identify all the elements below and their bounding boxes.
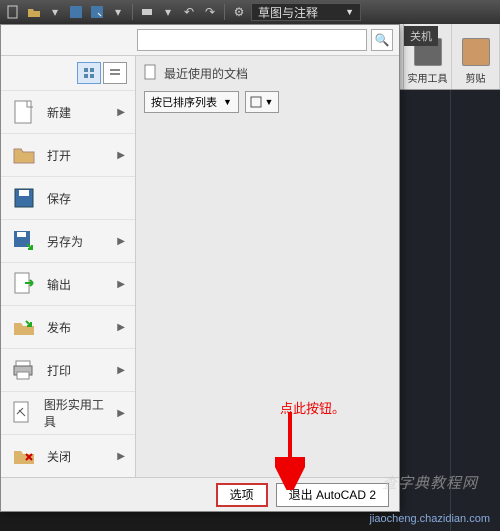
chevron-right-icon: ▶ (117, 107, 125, 118)
chevron-right-icon: ▶ (117, 236, 125, 247)
menu-item-label: 打印 (47, 362, 71, 379)
watermark-text: 查字典教程网 (382, 472, 478, 493)
chevron-right-icon: ▶ (117, 365, 125, 376)
view-icons-button[interactable] (77, 62, 101, 84)
menu-command-list: 新建 ▶ 打开 ▶ 保存 另存为 ▶ 输出 ▶ (1, 56, 136, 477)
qat-print-dd-icon[interactable]: ▾ (159, 3, 177, 21)
menu-item-new[interactable]: 新建 ▶ (1, 90, 135, 133)
menu-item-drawing-utilities[interactable]: 图形实用工具 ▶ (1, 391, 135, 434)
menu-item-close[interactable]: 关闭 ▶ (1, 434, 135, 477)
options-button[interactable]: 选项 (216, 483, 268, 507)
clipboard-icon (462, 38, 490, 66)
folder-open-icon (11, 142, 37, 168)
menu-item-label: 新建 (47, 104, 71, 121)
workspace-dropdown[interactable]: 草图与注释 ▼ (251, 3, 361, 21)
chevron-right-icon: ▶ (117, 150, 125, 161)
ribbon-tab-label: 关机 (404, 26, 438, 46)
menu-item-saveas[interactable]: 另存为 ▶ (1, 219, 135, 262)
tools-icon (11, 400, 34, 426)
qat-open-icon[interactable] (25, 3, 43, 21)
menu-item-print[interactable]: 打印 ▶ (1, 348, 135, 391)
save-icon (11, 185, 37, 211)
qat-print-icon[interactable] (138, 3, 156, 21)
chevron-down-icon: ▼ (264, 97, 273, 107)
ribbon-panel-label: 实用工具 (408, 70, 448, 85)
chevron-right-icon: ▶ (117, 408, 125, 419)
sort-dropdown[interactable]: 按已排序列表 ▼ (144, 91, 239, 113)
menu-item-save[interactable]: 保存 (1, 176, 135, 219)
menu-item-label: 关闭 (47, 448, 71, 465)
application-menu: 🔍 新建 ▶ 打开 ▶ 保存 另存为 (0, 24, 400, 512)
chevron-down-icon: ▼ (223, 97, 232, 107)
publish-icon (11, 314, 37, 340)
file-new-icon (11, 99, 37, 125)
menu-search-input[interactable] (137, 29, 367, 51)
qat-redo-icon[interactable]: ↷ (201, 3, 219, 21)
chevron-down-icon: ▼ (345, 7, 354, 17)
qat-new-icon[interactable] (4, 3, 22, 21)
menu-item-label: 另存为 (47, 233, 83, 250)
print-icon (11, 357, 37, 383)
sort-label: 按已排序列表 (151, 94, 217, 110)
qat-dd-icon[interactable]: ▾ (109, 3, 127, 21)
menu-item-export[interactable]: 输出 ▶ (1, 262, 135, 305)
document-icon (144, 64, 158, 83)
chevron-right-icon: ▶ (117, 451, 125, 462)
menu-item-label: 输出 (47, 276, 71, 293)
options-label: 选项 (230, 486, 254, 503)
qat-save-icon[interactable] (67, 3, 85, 21)
exit-button[interactable]: 退出 AutoCAD 2 (276, 483, 389, 507)
watermark-url: jiaocheng.chazidian.com (370, 513, 490, 525)
menu-item-publish[interactable]: 发布 ▶ (1, 305, 135, 348)
search-icon[interactable]: 🔍 (371, 29, 393, 51)
gear-icon[interactable]: ⚙ (230, 3, 248, 21)
close-icon (11, 443, 37, 469)
recent-header-label: 最近使用的文档 (164, 65, 248, 82)
export-icon (11, 271, 37, 297)
menu-item-label: 发布 (47, 319, 71, 336)
menu-item-label: 图形实用工具 (44, 396, 107, 430)
ribbon-panel-label: 剪贴 (466, 70, 486, 85)
view-list-button[interactable] (103, 62, 127, 84)
menu-item-label: 打开 (47, 147, 71, 164)
chevron-right-icon: ▶ (117, 322, 125, 333)
menu-item-label: 保存 (47, 190, 71, 207)
workspace-label: 草图与注释 (258, 4, 318, 21)
view-size-dropdown[interactable]: ▼ (245, 91, 279, 113)
recent-documents-panel: 最近使用的文档 按已排序列表 ▼ ▼ (136, 56, 399, 477)
exit-label: 退出 AutoCAD 2 (289, 486, 376, 503)
ribbon-panel-clipboard[interactable]: 剪贴 (452, 24, 500, 89)
qat-open-dd-icon[interactable]: ▾ (46, 3, 64, 21)
qat-saveas-icon[interactable] (88, 3, 106, 21)
save-as-icon (11, 228, 37, 254)
chevron-right-icon: ▶ (117, 279, 125, 290)
menu-item-open[interactable]: 打开 ▶ (1, 133, 135, 176)
qat-undo-icon[interactable]: ↶ (180, 3, 198, 21)
drawing-canvas[interactable] (400, 90, 500, 531)
